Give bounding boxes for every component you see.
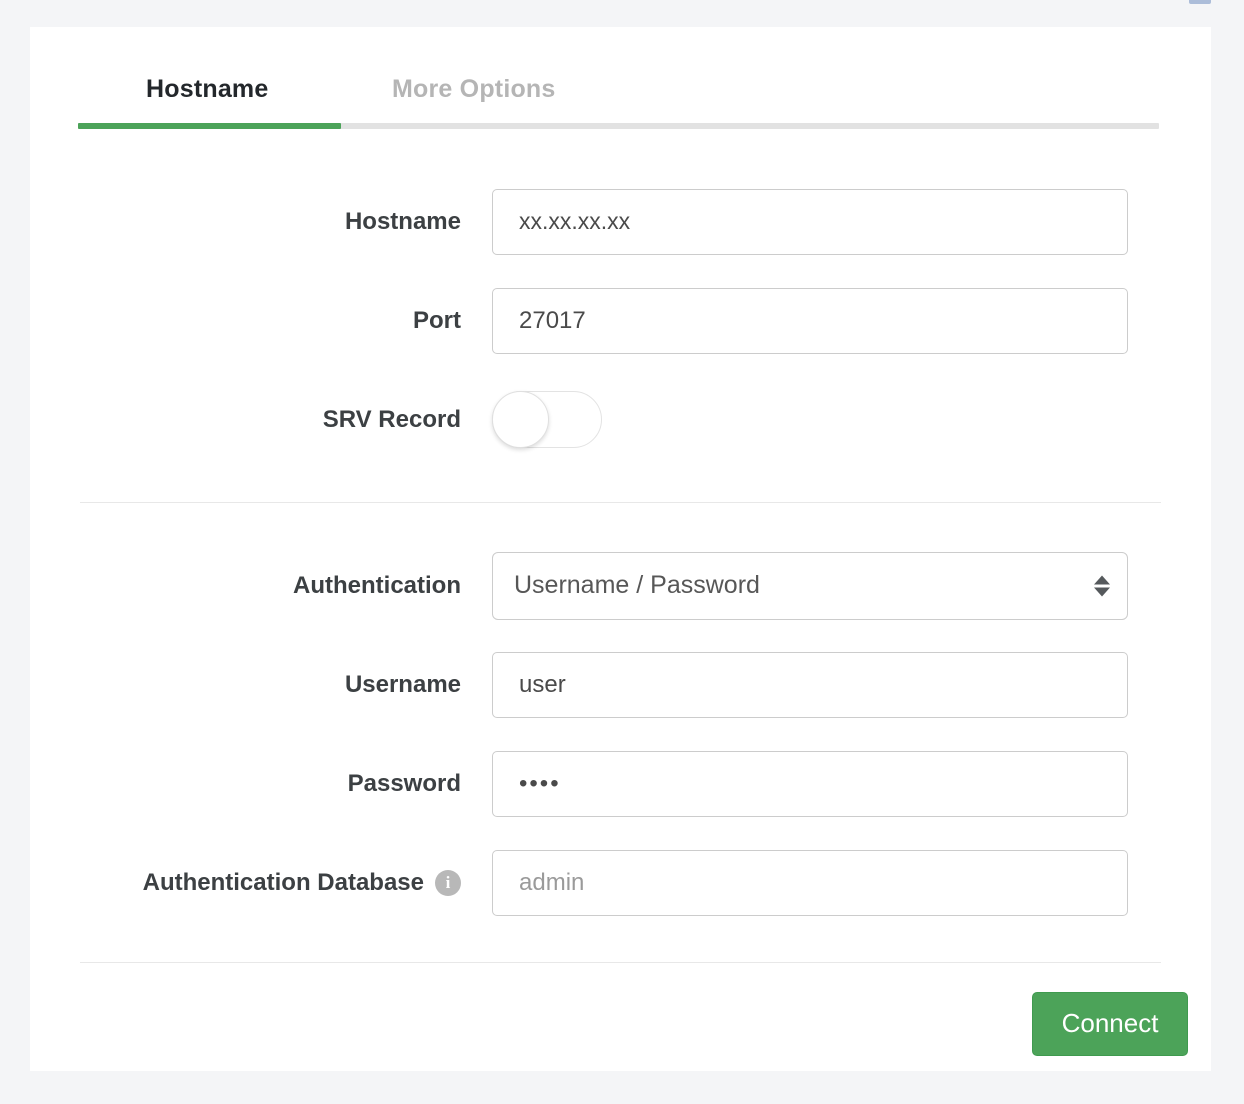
password-control: •••• [492,750,1128,817]
auth-database-control: admin [492,849,1128,916]
srv-record-control [492,391,602,448]
info-icon[interactable]: i [435,869,461,896]
row-username: Username user [30,635,1211,734]
auth-database-input[interactable]: admin [492,849,1128,916]
tab-more-options[interactable]: More Options [392,75,556,104]
hostname-input[interactable]: xx.xx.xx.xx [492,188,1128,255]
row-port: Port 27017 [30,271,1211,370]
password-label: Password [347,769,461,797]
authentication-control: Username / Password [492,551,1128,620]
tab-hostname[interactable]: Hostname [146,75,268,104]
port-input[interactable]: 27017 [492,287,1128,354]
port-label: Port [413,306,461,334]
password-masked-value: •••• [519,769,561,797]
select-stepper-arrows-icon [1094,575,1110,596]
section-spacer-top [30,132,1211,172]
section-spacer-b [30,503,1211,536]
connection-form: Hostname xx.xx.xx.xx Port 27017 SRV Reco… [30,132,1211,1084]
row-auth-database: Authentication Database i admin [30,833,1211,932]
username-label: Username [344,670,461,698]
authentication-label: Authentication [293,571,461,599]
section-spacer-a [30,469,1211,502]
form-footer: Connect [30,963,1211,1084]
row-srv-record: SRV Record [30,370,1211,469]
row-password: Password •••• [30,734,1211,833]
srv-record-toggle-knob [492,391,549,448]
username-input[interactable]: user [492,651,1128,718]
password-input[interactable]: •••• [492,750,1128,817]
tab-bar: Hostname More Options [30,27,1211,132]
tab-active-indicator [78,123,341,129]
chevron-down-icon [1094,587,1110,596]
row-authentication: Authentication Username / Password [30,536,1211,635]
hostname-label: Hostname [344,207,461,235]
port-control: 27017 [492,287,1128,354]
auth-database-label: Authentication Database i [30,869,492,897]
chevron-up-icon [1094,575,1110,584]
auth-database-label-text: Authentication Database [142,868,424,896]
authentication-select[interactable]: Username / Password [492,551,1128,620]
section-spacer-c [30,932,1211,962]
row-hostname: Hostname xx.xx.xx.xx [30,172,1211,271]
authentication-selected-value: Username / Password [514,571,760,599]
connect-button[interactable]: Connect [1032,991,1188,1056]
top-edge-sliver [1189,0,1211,4]
username-control: user [492,651,1128,718]
hostname-control: xx.xx.xx.xx [492,188,1128,255]
srv-record-label: SRV Record [322,405,461,433]
connection-card: Hostname More Options Hostname xx.xx.xx.… [30,27,1211,1071]
srv-record-toggle[interactable] [492,391,602,448]
